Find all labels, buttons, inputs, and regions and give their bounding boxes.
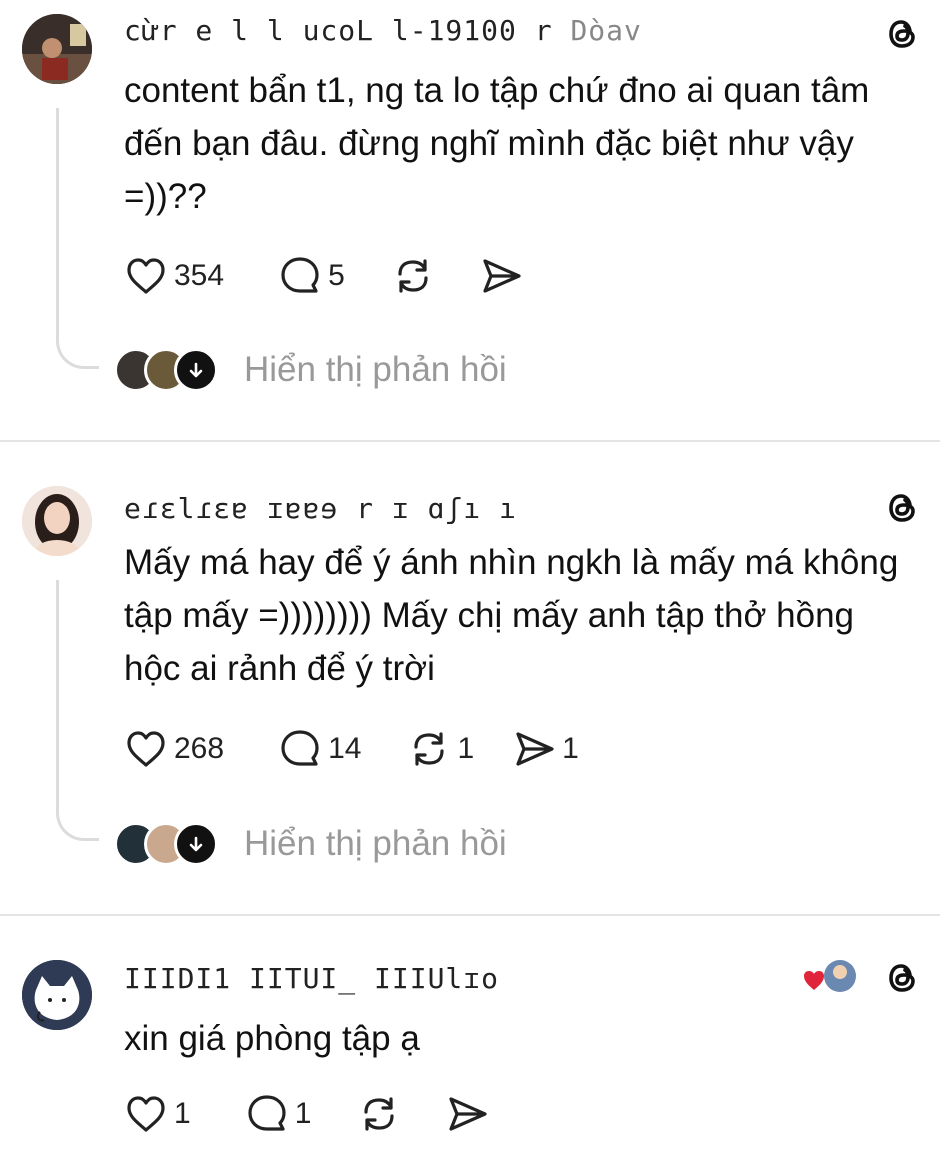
avatar[interactable] — [22, 486, 92, 556]
comment-count: 5 — [328, 259, 345, 292]
repost-button[interactable] — [357, 1092, 407, 1136]
comment-bubble-icon — [278, 254, 322, 298]
username-text: cừr e l l ucoL l-19100 r — [124, 14, 553, 47]
share-button[interactable]: 1 — [512, 727, 579, 771]
threads-logo-icon[interactable] — [882, 488, 922, 528]
comment-bubble-icon — [245, 1092, 289, 1136]
threads-logo-icon[interactable] — [882, 958, 922, 998]
show-replies-button[interactable]: Hiển thị phản hồi — [114, 348, 507, 392]
expand-replies-badge — [174, 822, 218, 866]
show-replies-label: Hiển thị phản hồi — [244, 350, 507, 389]
like-count: 1 — [174, 1097, 191, 1130]
post-content: content bẩn t1, ng ta lo tập chứ đno ai … — [124, 71, 870, 216]
arrow-down-icon — [186, 360, 206, 380]
avatar[interactable] — [22, 960, 92, 1030]
thread-line — [56, 108, 99, 369]
heart-icon — [124, 1092, 168, 1136]
send-icon — [479, 254, 523, 298]
heart-icon — [124, 727, 168, 771]
share-button[interactable] — [479, 254, 529, 298]
post-1: cừr e l l ucoL l-19100 r Dòav content bẩ… — [0, 0, 940, 440]
share-button[interactable] — [445, 1092, 495, 1136]
send-icon — [512, 727, 556, 771]
liked-by-author-badge — [802, 956, 862, 1000]
repost-icon — [407, 727, 451, 771]
username[interactable]: cừr e l l ucoL l-19100 r Dòav — [124, 14, 642, 47]
post-content: xin giá phòng tập ạ — [124, 1019, 420, 1058]
like-button[interactable]: 268 — [124, 727, 224, 771]
expand-replies-badge — [174, 348, 218, 392]
repost-button[interactable]: 1 — [407, 727, 474, 771]
username[interactable]: eɾɛlɾɛɐ ɪɐɐɘ r ɪ ɑʃı ı — [124, 492, 517, 525]
show-replies-button[interactable]: Hiển thị phản hồi — [114, 822, 507, 866]
post-2: eɾɛlɾɛɐ ɪɐɐɘ r ɪ ɑʃı ı Mấy má hay để ý á… — [0, 442, 940, 912]
username-text: eɾɛlɾɛɐ ɪɐɐɘ r ɪ ɑʃı ı — [124, 492, 517, 525]
comment-button[interactable]: 5 — [278, 254, 345, 298]
post-content: Mấy má hay để ý ánh nhìn ngkh là mấy má … — [124, 543, 899, 688]
repost-icon — [391, 254, 435, 298]
repost-count: 1 — [457, 732, 475, 765]
username-suffix: Dòav — [570, 14, 642, 47]
comment-count: 1 — [294, 1097, 312, 1130]
comment-button[interactable]: 1 — [245, 1092, 312, 1136]
comment-bubble-icon — [278, 727, 322, 771]
like-button[interactable]: 1 — [124, 1092, 191, 1136]
post-actions: 268 14 1 1 — [124, 727, 617, 771]
like-button[interactable]: 354 — [124, 254, 224, 298]
post-actions: 354 5 — [124, 254, 567, 298]
show-replies-label: Hiển thị phản hồi — [244, 824, 507, 863]
thread-line — [56, 580, 99, 841]
repost-icon — [357, 1092, 401, 1136]
threads-logo-icon[interactable] — [882, 14, 922, 54]
comment-count: 14 — [328, 732, 362, 765]
share-count: 1 — [562, 732, 579, 765]
post-actions: 1 1 — [124, 1092, 533, 1136]
arrow-down-icon — [186, 834, 206, 854]
comment-button[interactable]: 14 — [278, 727, 361, 771]
like-count: 268 — [174, 732, 225, 765]
send-icon — [445, 1092, 489, 1136]
username[interactable]: IIIDI1 IITUI_ IIIUlɪo — [124, 962, 499, 995]
post-3: IIIDI1 IITUI_ IIIUlɪo xin giá phòng tập … — [0, 916, 940, 1152]
like-count: 354 — [174, 259, 225, 292]
heart-icon — [124, 254, 168, 298]
repost-button[interactable] — [391, 254, 441, 298]
avatar[interactable] — [22, 14, 92, 84]
username-text: IIIDI1 IITUI_ IIIUlɪo — [124, 962, 500, 995]
